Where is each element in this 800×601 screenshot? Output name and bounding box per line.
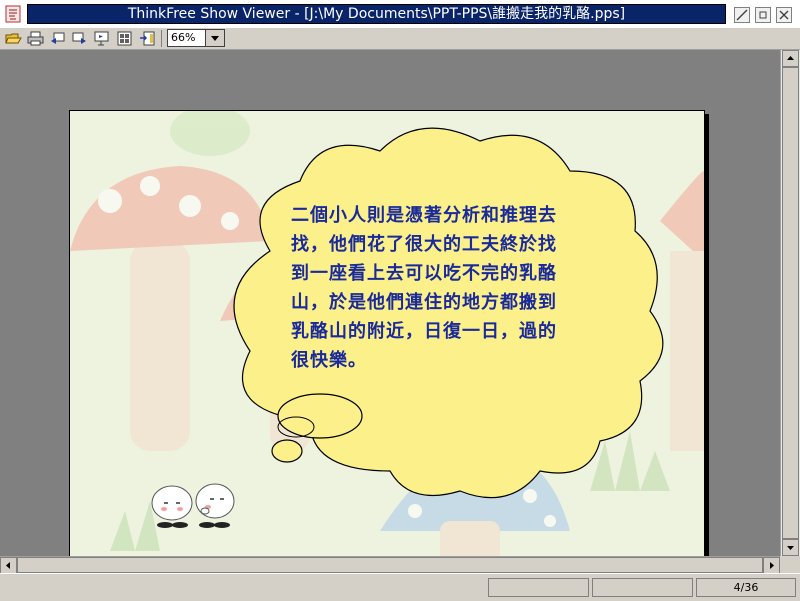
toolbar	[0, 28, 800, 50]
printer-icon	[27, 31, 44, 46]
app-icon[interactable]	[4, 5, 22, 23]
page-indicator: 4/36	[696, 578, 796, 597]
minimize-button[interactable]	[734, 7, 750, 23]
next-slide-icon	[72, 32, 86, 44]
close-button[interactable]	[776, 7, 792, 23]
scroll-right-button[interactable]	[763, 557, 780, 574]
zoom-value: 66%	[171, 31, 196, 44]
scroll-up-button[interactable]	[782, 50, 799, 67]
goto-slide-button[interactable]	[139, 30, 156, 47]
slide-canvas: 二個小人則是憑著分析和推理去找，他們花了很大的工夫終於找到一座看上去可以吃不完的…	[69, 110, 705, 586]
scroll-down-button[interactable]	[782, 539, 799, 556]
window-title: ThinkFree Show Viewer - [J:\My Documents…	[27, 4, 726, 24]
sorter-icon	[117, 31, 132, 46]
vertical-scroll-thumb[interactable]	[782, 67, 799, 539]
slide-show-button[interactable]	[93, 30, 110, 47]
arrow-left-icon	[6, 562, 10, 569]
goto-icon	[140, 31, 155, 46]
zoom-dropdown-button[interactable]	[205, 29, 225, 47]
slide-sorter-button[interactable]	[116, 30, 133, 47]
horizontal-scroll-thumb[interactable]	[17, 557, 763, 573]
next-slide-button[interactable]	[71, 30, 88, 47]
status-pane-1	[488, 578, 589, 597]
maximize-button[interactable]	[755, 7, 771, 23]
arrow-down-icon	[787, 546, 794, 550]
toolbar-separator	[161, 30, 162, 47]
slideshow-icon	[94, 31, 109, 46]
status-bar: 4/36	[0, 573, 800, 601]
folder-open-icon	[5, 33, 22, 44]
open-button[interactable]	[5, 30, 22, 47]
arrow-right-icon	[770, 562, 774, 569]
scroll-corner	[780, 556, 800, 573]
character-left	[151, 485, 193, 528]
chevron-down-icon	[211, 36, 219, 41]
title-bar: ThinkFree Show Viewer - [J:\My Documents…	[0, 0, 800, 29]
scroll-left-button[interactable]	[0, 557, 17, 574]
previous-slide-button[interactable]	[49, 30, 66, 47]
horizontal-scrollbar[interactable]	[0, 556, 780, 574]
vertical-scrollbar[interactable]	[780, 50, 800, 556]
prev-slide-icon	[51, 32, 65, 44]
slide-viewport: 二個小人則是憑著分析和推理去找，他們花了很大的工夫終於找到一座看上去可以吃不完的…	[0, 50, 780, 586]
status-pane-2	[592, 578, 693, 597]
print-button[interactable]	[27, 30, 44, 47]
character-right	[195, 483, 235, 528]
arrow-up-icon	[787, 56, 794, 60]
slide-thought-text: 二個小人則是憑著分析和推理去找，他們花了很大的工夫終於找到一座看上去可以吃不完的…	[291, 205, 557, 371]
